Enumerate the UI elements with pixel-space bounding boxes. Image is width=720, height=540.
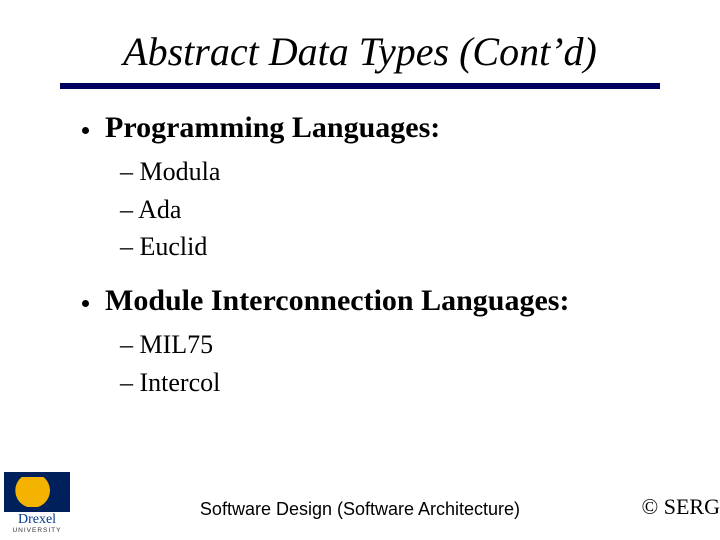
- footer-copyright: © SERG: [642, 494, 720, 520]
- sub-item-label: Euclid: [140, 232, 208, 261]
- sub-item-label: MIL75: [140, 330, 214, 359]
- bullet-item: Programming Languages:: [82, 111, 660, 145]
- sub-item: – Intercol: [120, 364, 660, 402]
- sub-item: – MIL75: [120, 326, 660, 364]
- bullet-dot-icon: [82, 127, 89, 134]
- slide-footer: Drexel UNIVERSITY Software Design (Softw…: [0, 478, 720, 534]
- sub-list: – Modula – Ada – Euclid: [120, 153, 660, 266]
- bullet-heading: Programming Languages:: [105, 111, 440, 145]
- title-underline: [60, 83, 660, 89]
- sub-item: – Ada: [120, 191, 660, 229]
- sub-item-label: Intercol: [140, 368, 221, 397]
- sub-item-label: Ada: [138, 195, 181, 224]
- sub-item: – Euclid: [120, 228, 660, 266]
- footer-center-text: Software Design (Software Architecture): [0, 499, 720, 520]
- sub-list: – MIL75 – Intercol: [120, 326, 660, 401]
- slide-title: Abstract Data Types (Cont’d): [0, 0, 720, 83]
- slide-body: Programming Languages: – Modula – Ada – …: [0, 111, 720, 401]
- bullet-heading: Module Interconnection Languages:: [105, 284, 569, 318]
- bullet-dot-icon: [82, 300, 89, 307]
- sub-item-label: Modula: [140, 157, 221, 186]
- sub-item: – Modula: [120, 153, 660, 191]
- bullet-item: Module Interconnection Languages:: [82, 284, 660, 318]
- logo-subtext: UNIVERSITY: [4, 528, 70, 535]
